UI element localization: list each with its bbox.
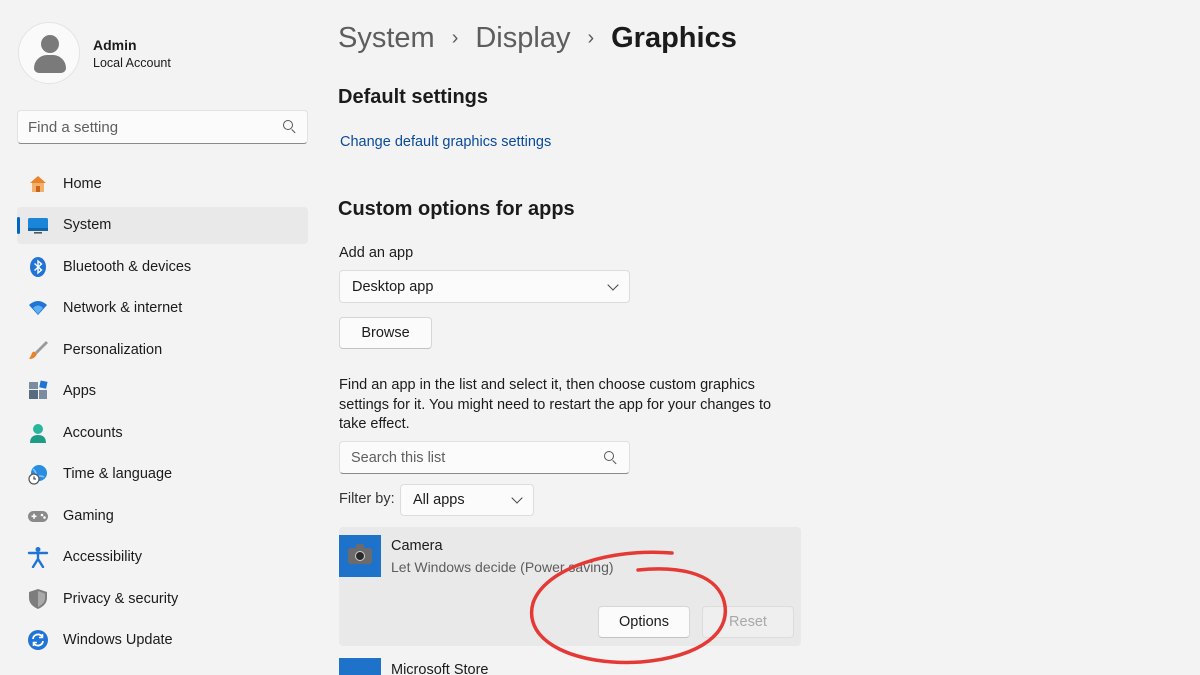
update-sync-icon <box>27 629 49 651</box>
sidebar-item-label: Bluetooth & devices <box>63 258 192 275</box>
system-monitor-icon <box>27 214 49 236</box>
wifi-icon <box>27 297 49 319</box>
sidebar-item-apps[interactable]: Apps <box>17 373 308 411</box>
sidebar-item-accessibility[interactable]: Accessibility <box>17 539 308 577</box>
sidebar-item-home[interactable]: Home <box>17 165 308 203</box>
app-card-camera[interactable]: Camera Let Windows decide (Power saving)… <box>339 527 801 646</box>
sidebar-item-label: Gaming <box>63 507 114 524</box>
accessibility-icon <box>27 546 49 569</box>
shield-icon <box>27 588 49 610</box>
search-list-input[interactable]: Search this list <box>339 441 630 474</box>
page-title: Graphics <box>611 22 737 54</box>
options-button[interactable]: Options <box>598 606 690 638</box>
breadcrumb-display[interactable]: Display <box>475 22 570 55</box>
user-profile[interactable]: Admin Local Account <box>18 22 171 84</box>
person-icon <box>27 422 49 444</box>
search-placeholder: Find a setting <box>28 118 119 136</box>
settings-search-input[interactable]: Find a setting <box>17 110 308 144</box>
sidebar-item-label: Accessibility <box>63 549 142 566</box>
profile-account-type: Local Account <box>93 55 171 70</box>
chevron-down-icon <box>511 492 523 504</box>
sidebar-item-label: Accounts <box>63 424 123 441</box>
store-icon <box>339 658 381 675</box>
reset-button[interactable]: Reset <box>702 606 794 638</box>
camera-lens-icon <box>348 544 372 564</box>
filter-label: Filter by: <box>339 491 395 507</box>
chevron-right-icon: › <box>587 27 595 49</box>
change-default-graphics-link[interactable]: Change default graphics settings <box>340 134 551 150</box>
chevron-down-icon <box>607 278 619 291</box>
avatar[interactable] <box>18 22 80 84</box>
home-icon <box>27 173 49 195</box>
search-icon <box>604 450 618 465</box>
apps-icon <box>27 380 49 402</box>
avatar-head-icon <box>41 35 59 53</box>
profile-name: Admin <box>93 36 137 53</box>
app-type-dropdown[interactable]: Desktop app <box>339 270 630 303</box>
sidebar-item-privacy-security[interactable]: Privacy & security <box>17 580 308 618</box>
sidebar-nav: Home System Bluetooth & devices Network … <box>17 165 308 663</box>
app-name[interactable]: Microsoft Store <box>391 662 489 675</box>
custom-options-heading: Custom options for apps <box>338 198 575 220</box>
sidebar-item-label: Home <box>63 175 102 192</box>
add-app-label: Add an app <box>339 245 414 261</box>
default-settings-heading: Default settings <box>338 86 489 108</box>
sidebar-item-label: Apps <box>63 383 97 400</box>
sidebar-item-bluetooth[interactable]: Bluetooth & devices <box>17 248 308 286</box>
filter-dropdown[interactable]: All apps <box>400 484 534 516</box>
gamepad-icon <box>27 505 49 527</box>
filter-value: All apps <box>413 492 465 508</box>
camera-icon <box>339 535 381 577</box>
profile-text: Admin Local Account <box>93 37 171 70</box>
breadcrumb: System › Display › Graphics <box>338 22 737 55</box>
sidebar-item-gaming[interactable]: Gaming <box>17 497 308 535</box>
app-name: Camera <box>391 538 443 554</box>
app-graphics-preference: Let Windows decide (Power saving) <box>391 559 614 575</box>
paintbrush-icon <box>27 339 49 361</box>
breadcrumb-system[interactable]: System <box>338 22 435 55</box>
sidebar-item-time-language[interactable]: Time & language <box>17 456 308 494</box>
sidebar-item-label: System <box>63 217 112 234</box>
sidebar-item-label: Time & language <box>63 466 173 483</box>
sidebar-item-label: Privacy & security <box>63 590 179 607</box>
app-type-value: Desktop app <box>352 278 434 295</box>
custom-options-description: Find an app in the list and select it, t… <box>339 377 772 432</box>
bluetooth-icon <box>27 256 49 278</box>
sidebar-item-accounts[interactable]: Accounts <box>17 414 308 452</box>
sidebar-item-system[interactable]: System <box>17 206 308 244</box>
globe-clock-icon <box>27 463 49 485</box>
sidebar-item-network[interactable]: Network & internet <box>17 290 308 328</box>
sidebar-item-label: Windows Update <box>63 632 173 649</box>
browse-button[interactable]: Browse <box>339 317 432 349</box>
sidebar-item-label: Personalization <box>63 341 163 358</box>
search-icon[interactable] <box>283 120 297 134</box>
sidebar-item-windows-update[interactable]: Windows Update <box>17 622 308 660</box>
sidebar-item-label: Network & internet <box>63 300 183 317</box>
chevron-right-icon: › <box>451 27 459 49</box>
search-list-placeholder: Search this list <box>351 449 446 466</box>
sidebar-item-personalization[interactable]: Personalization <box>17 331 308 369</box>
avatar-body-icon <box>34 55 66 73</box>
sidebar: Admin Local Account Find a setting Home … <box>0 0 325 675</box>
